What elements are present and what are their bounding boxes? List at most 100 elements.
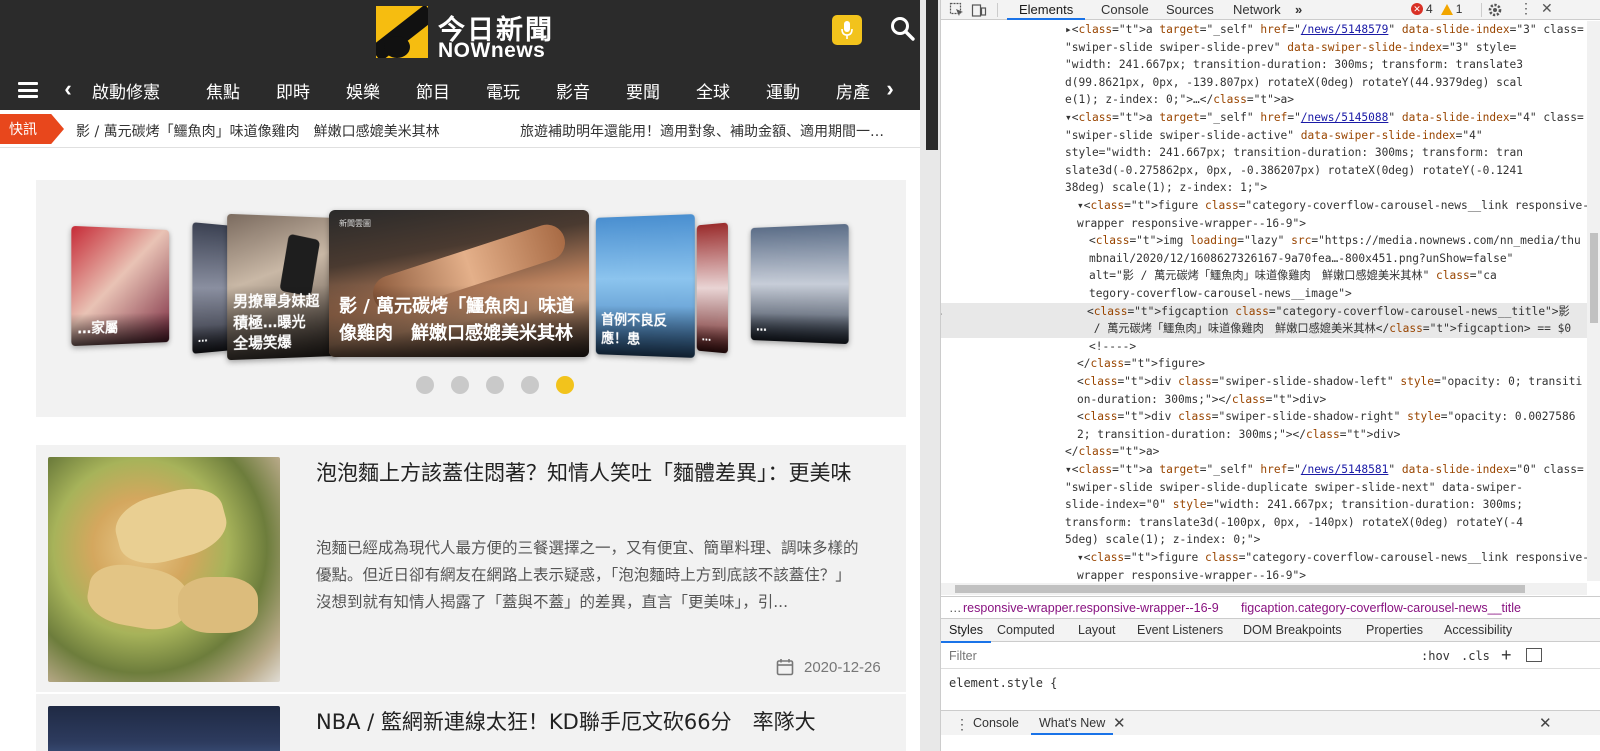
close-drawer-icon[interactable]: ✕ bbox=[1539, 714, 1552, 732]
drawer-tab-whats-new[interactable]: What's New bbox=[1031, 716, 1114, 735]
nav-item-focus[interactable]: 焦點 bbox=[206, 78, 240, 103]
dom-node-line[interactable]: tegory-coverflow-carousel-news__image"> bbox=[1089, 285, 1352, 303]
dom-node-line[interactable]: 2; transition-duration: 300ms;"></class=… bbox=[1077, 426, 1400, 444]
dom-node-line[interactable]: "swiper-slide swiper-slide-duplicate swi… bbox=[1065, 479, 1523, 497]
tab-sources[interactable]: Sources bbox=[1166, 1, 1214, 20]
dom-tree-horizontal-scrollbar[interactable] bbox=[941, 583, 1587, 595]
nav-item-sports[interactable]: 運動 bbox=[766, 78, 800, 103]
class-toggle[interactable]: .cls bbox=[1461, 649, 1490, 663]
dom-scroll-thumb[interactable] bbox=[1590, 233, 1598, 323]
carousel-slide[interactable]: …家屬 bbox=[71, 225, 170, 347]
nav-item-video[interactable]: 影音 bbox=[556, 78, 590, 103]
carousel-slide[interactable]: … bbox=[750, 223, 849, 345]
dom-node-line[interactable]: <class="t">img loading="lazy" src="https… bbox=[1089, 232, 1581, 250]
dom-tree-vertical-scrollbar[interactable] bbox=[1587, 21, 1600, 581]
dom-node-line[interactable]: transform: translate3d(-100px, 0px, -140… bbox=[1065, 514, 1523, 532]
carousel-slide[interactable]: 首例不良反應！患 bbox=[595, 214, 695, 358]
dom-node-line[interactable]: alt="影 / 萬元碳烤「鱷魚肉」味道像雞肉 鮮嫩口感媲美米其林" class… bbox=[1089, 267, 1497, 285]
nav-item-entertainment[interactable]: 娛樂 bbox=[346, 78, 380, 103]
dom-node-line[interactable]: <class="t">div class="swiper-slide-shado… bbox=[1077, 373, 1582, 391]
page-scrollbar-thumb[interactable] bbox=[926, 0, 938, 150]
ticker-item[interactable]: 影 / 萬元碳烤「鱷魚肉」味道像雞肉 鮮嫩口感媲美米其林 bbox=[76, 121, 440, 141]
nav-next-arrow-icon[interactable]: › bbox=[880, 76, 900, 102]
selected-node-ellipsis-icon[interactable]: … bbox=[941, 303, 942, 321]
carousel-dot-active[interactable] bbox=[556, 376, 574, 394]
breadcrumb-item[interactable]: responsive-wrapper.responsive-wrapper--1… bbox=[963, 601, 1219, 615]
nav-item-constitution[interactable]: 啟動修憲 bbox=[92, 78, 160, 103]
nav-item-gaming[interactable]: 電玩 bbox=[486, 78, 520, 103]
carousel-dot[interactable] bbox=[416, 376, 434, 394]
dom-node-line[interactable]: slate3d(-0.275862px, 0px, -0.386207px) r… bbox=[1065, 162, 1523, 180]
carousel-dot[interactable] bbox=[486, 376, 504, 394]
news-card[interactable]: 泡泡麵上方該蓋住悶著？知情人笑吐「麵體差異」：更美味 泡麵已經成為現代人最方便的… bbox=[36, 445, 906, 692]
tab-properties[interactable]: Properties bbox=[1366, 623, 1423, 643]
tab-styles[interactable]: Styles bbox=[941, 623, 992, 643]
dom-node-line[interactable]: 38deg) scale(1); z-index: 1;"> bbox=[1065, 179, 1267, 197]
dom-node-line[interactable]: ▾<class="t">a target="_self" href="/news… bbox=[1065, 109, 1584, 127]
ticker-item[interactable]: 旅遊補助明年還能用！適用對象、補助金額、適用期間一… bbox=[520, 121, 910, 141]
dom-node-line[interactable]: wrapper responsive-wrapper--16-9"> bbox=[1077, 215, 1306, 233]
voice-search-button[interactable] bbox=[832, 15, 862, 45]
nav-item-programs[interactable]: 節目 bbox=[416, 78, 450, 103]
styles-filter-input[interactable] bbox=[941, 646, 1411, 666]
nav-item-instant[interactable]: 即時 bbox=[276, 78, 310, 103]
dom-hscroll-thumb[interactable] bbox=[955, 585, 1525, 593]
close-tab-icon[interactable]: ✕ bbox=[1113, 714, 1126, 732]
dom-node-line[interactable]: "swiper-slide swiper-slide-prev" data-sw… bbox=[1065, 39, 1516, 57]
more-tabs-button[interactable]: » bbox=[1295, 1, 1302, 20]
element-style-rule[interactable]: element.style { bbox=[949, 676, 1057, 690]
inspect-element-icon[interactable] bbox=[949, 2, 965, 18]
site-logo[interactable]: 今日新聞 NOWnews bbox=[376, 6, 566, 62]
dom-node-line[interactable]: mbnail/2020/12/1608627326167-9a70fea…-80… bbox=[1089, 250, 1513, 268]
issues-counter[interactable]: ✕ 4 1 bbox=[1411, 2, 1462, 16]
dom-node-line[interactable]: d(99.8621px, 0px, -139.807px) rotateX(0d… bbox=[1065, 74, 1523, 92]
dom-node-line[interactable]: "width: 241.667px; transition-duration: … bbox=[1065, 56, 1523, 74]
dom-node-line[interactable]: slide-index="0" style="width: 241.667px;… bbox=[1065, 496, 1523, 514]
tab-network[interactable]: Network bbox=[1233, 1, 1281, 20]
nav-item-headlines[interactable]: 要聞 bbox=[626, 78, 660, 103]
tab-accessibility[interactable]: Accessibility bbox=[1444, 623, 1512, 643]
toggle-sidebar-icon[interactable] bbox=[1526, 648, 1542, 662]
drawer-menu-icon[interactable]: ⋮ bbox=[955, 716, 969, 733]
dom-node-line[interactable]: 5deg) scale(1); z-index: 0;"> bbox=[1065, 531, 1260, 549]
breadcrumb-item-selected[interactable]: figcaption.category-coverflow-carousel-n… bbox=[1241, 601, 1521, 615]
dom-node-line[interactable]: <class="t">figcaption class="category-co… bbox=[941, 302, 1587, 321]
carousel-slide[interactable]: 男撩單身妹超積極…曝光 全場笑爆 bbox=[227, 213, 338, 361]
close-devtools-icon[interactable]: ✕ bbox=[1541, 0, 1553, 17]
device-toolbar-icon[interactable] bbox=[971, 2, 987, 18]
dom-node-line[interactable]: style="width: 241.667px; transition-dura… bbox=[1065, 144, 1523, 162]
add-style-rule-icon[interactable]: + bbox=[1501, 645, 1512, 666]
dom-node-line[interactable]: ▾<class="t">a target="_self" href="/news… bbox=[1065, 461, 1584, 479]
article-thumbnail[interactable] bbox=[48, 706, 280, 751]
dom-node-line[interactable]: / 萬元碳烤「鱷魚肉」味道像雞肉 鮮嫩口感媲美米其林</class="t">fi… bbox=[941, 320, 1587, 338]
carousel-dot[interactable] bbox=[521, 376, 539, 394]
tab-computed[interactable]: Computed bbox=[997, 623, 1055, 643]
dom-tree[interactable]: ▸<class="t">a target="_self" href="/news… bbox=[941, 21, 1587, 583]
settings-gear-icon[interactable] bbox=[1487, 2, 1503, 18]
search-button[interactable] bbox=[886, 12, 920, 46]
dom-node-line[interactable]: on-duration: 300ms;"></class="t">div> bbox=[1077, 391, 1326, 409]
nav-item-global[interactable]: 全球 bbox=[696, 78, 730, 103]
dom-node-line[interactable]: e(1); z-index: 0;">…</class="t">a> bbox=[1065, 91, 1294, 109]
dom-node-line[interactable]: ▸<class="t">a target="_self" href="/news… bbox=[1065, 21, 1584, 39]
tab-event-listeners[interactable]: Event Listeners bbox=[1137, 623, 1223, 643]
tab-elements[interactable]: Elements bbox=[1007, 1, 1086, 20]
dom-node-line[interactable]: </class="t">a> bbox=[1065, 443, 1159, 461]
dom-node-line[interactable]: ▾<class="t">figure class="category-cover… bbox=[1077, 197, 1587, 215]
kebab-menu-icon[interactable]: ⋮ bbox=[1519, 0, 1533, 17]
page-scrollbar[interactable] bbox=[920, 0, 940, 751]
dom-node-line[interactable]: </class="t">figure> bbox=[1077, 355, 1205, 373]
nav-item-property[interactable]: 房產 bbox=[836, 78, 870, 103]
nav-prev-arrow-icon[interactable]: ‹ bbox=[58, 76, 78, 102]
drawer-tab-console[interactable]: Console bbox=[973, 716, 1019, 730]
article-title[interactable]: NBA / 籃網新連線太狂！KD聯手厄文砍66分 率隊大 bbox=[316, 706, 866, 738]
menu-icon[interactable] bbox=[18, 82, 38, 98]
tab-dom-breakpoints[interactable]: DOM Breakpoints bbox=[1243, 623, 1342, 643]
carousel-slide-active[interactable]: 新聞雲圖 影 / 萬元碳烤「鱷魚肉」味道像雞肉 鮮嫩口感媲美米其林 bbox=[329, 210, 589, 357]
article-thumbnail[interactable] bbox=[48, 457, 280, 682]
dom-node-line[interactable]: <!----> bbox=[1089, 338, 1136, 356]
tab-layout[interactable]: Layout bbox=[1078, 623, 1116, 643]
carousel-dot[interactable] bbox=[451, 376, 469, 394]
news-card[interactable]: NBA / 籃網新連線太狂！KD聯手厄文砍66分 率隊大 bbox=[36, 694, 906, 751]
carousel-slide[interactable]: … bbox=[192, 222, 231, 354]
